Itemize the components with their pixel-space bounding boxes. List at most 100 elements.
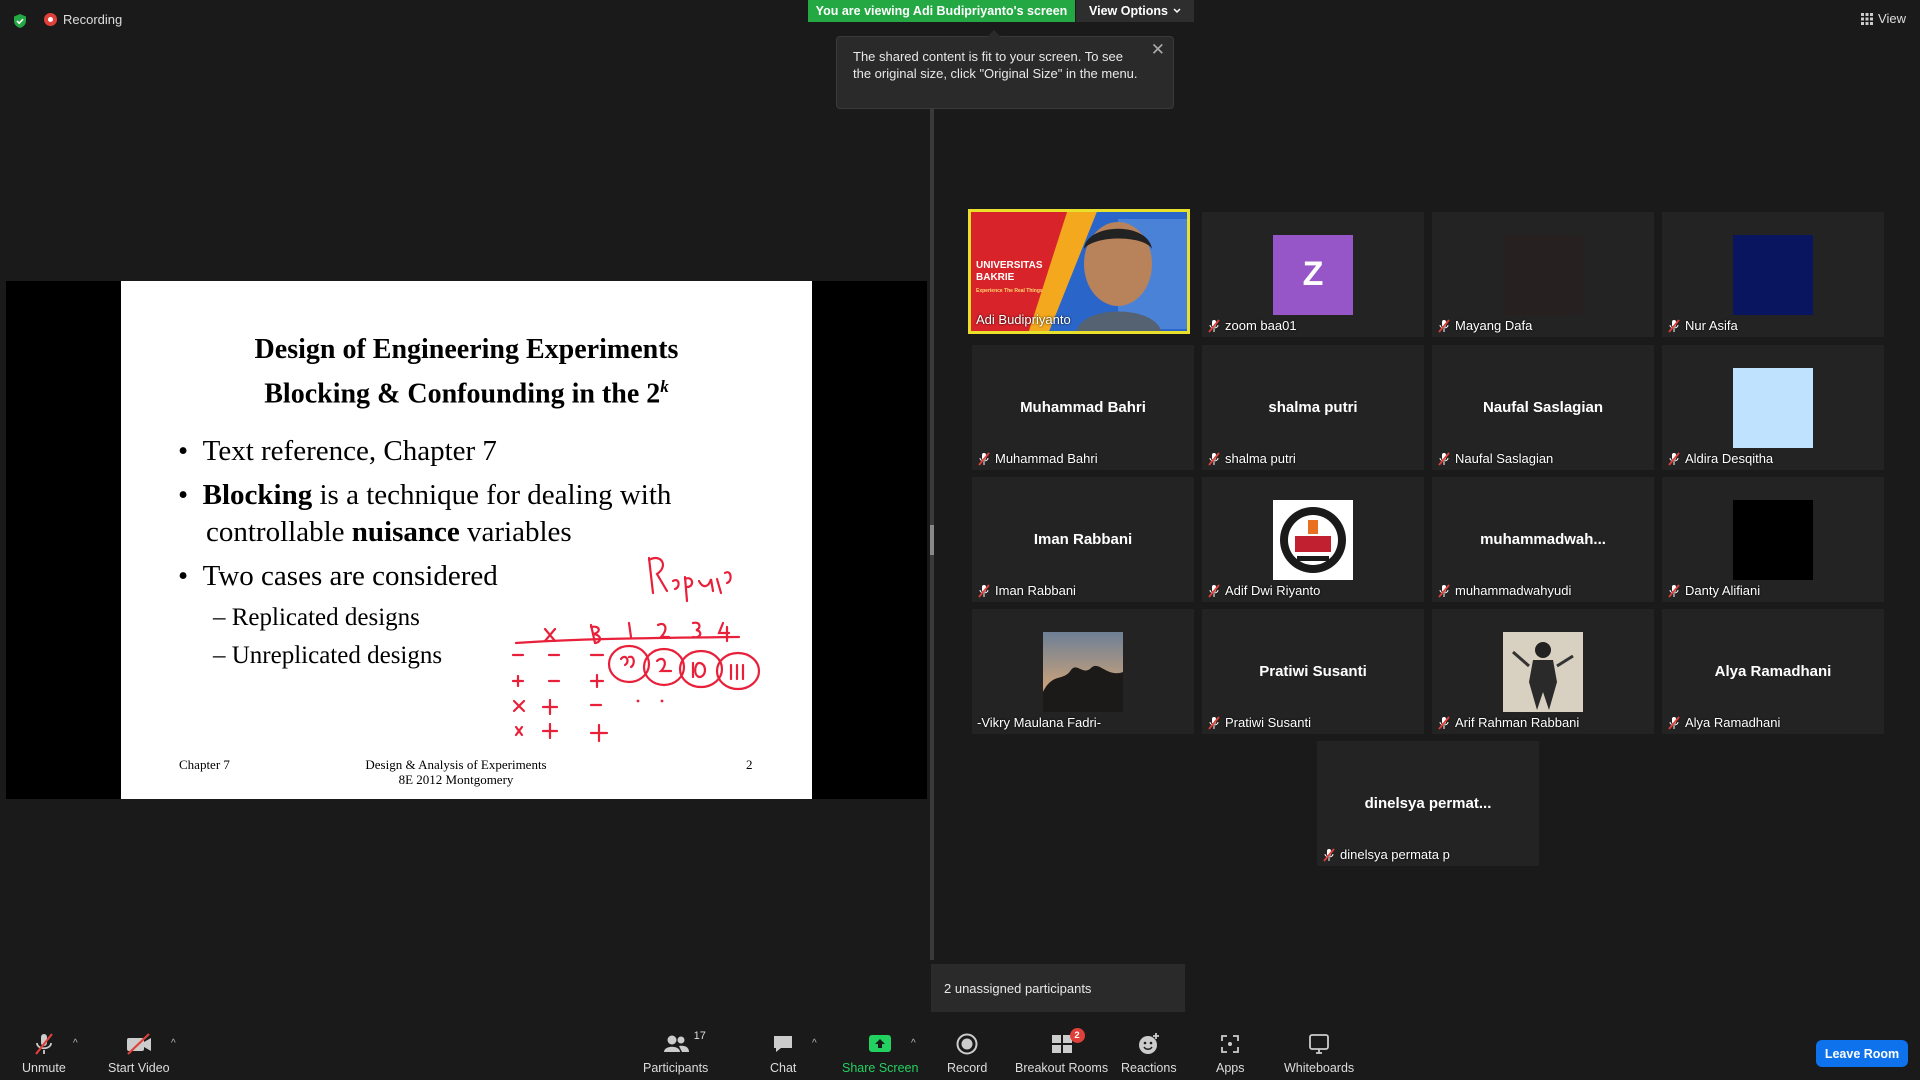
participant-tile[interactable]: Alya Ramadhani Alya Ramadhani (1662, 609, 1884, 734)
participant-tile[interactable]: Aldira Desqitha (1662, 345, 1884, 470)
participant-name: dinelsya permata p (1340, 847, 1450, 862)
bullet-2-line2-bold: nuisance (351, 516, 460, 548)
breakout-rooms-badge: 2 (1069, 1028, 1085, 1043)
muted-mic-icon (1208, 451, 1220, 466)
participant-tile[interactable]: dinelsya permat... dinelsya permata p (1317, 741, 1539, 866)
participant-tile[interactable]: Z zoom baa01 (1202, 212, 1424, 337)
industrial-logo-icon (1273, 499, 1353, 580)
participant-label: Nur Asifa (1667, 318, 1738, 333)
participant-tile[interactable]: shalma putri shalma putri (1202, 345, 1424, 470)
participant-tile[interactable]: UNIVERSITAS BAKRIE Experience The Real T… (968, 209, 1190, 334)
participant-tile[interactable]: -Vikry Maulana Fadri- (972, 609, 1194, 734)
participant-tile[interactable]: Adif Dwi Riyanto (1202, 477, 1424, 602)
muted-mic-icon (1208, 715, 1220, 730)
audio-options-caret-icon[interactable]: ^ (73, 1038, 78, 1049)
share-screen-label: Share Screen (842, 1061, 919, 1075)
participant-photo (1043, 631, 1123, 712)
unmute-button[interactable]: Unmute (22, 1032, 66, 1075)
participant-label: Pratiwi Susanti (1207, 715, 1311, 730)
split-handle[interactable] (930, 525, 934, 555)
recording-indicator[interactable]: Recording (44, 12, 122, 27)
participant-name: Adif Dwi Riyanto (1225, 583, 1321, 598)
participant-tile[interactable]: Muhammad Bahri Muhammad Bahri (972, 345, 1194, 470)
slide-footer-left: Chapter 7 (179, 757, 230, 772)
muted-mic-icon (978, 451, 990, 466)
muted-mic-icon (35, 1033, 53, 1055)
reactions-label: Reactions (1121, 1061, 1177, 1075)
participant-name: zoom baa01 (1225, 318, 1297, 333)
view-label: View (1878, 11, 1906, 26)
bullet-2-line2-post: variables (459, 516, 572, 548)
start-video-button[interactable]: Start Video (108, 1032, 170, 1075)
presentation-slide: Design of Engineering Experiments Blocki… (121, 281, 812, 799)
view-options-label: View Options (1089, 4, 1168, 18)
video-options-caret-icon[interactable]: ^ (171, 1038, 176, 1049)
participant-tile[interactable]: Pratiwi Susanti Pratiwi Susanti (1202, 609, 1424, 734)
share-options-caret-icon[interactable]: ^ (911, 1038, 916, 1049)
participant-name: Mayang Dafa (1455, 318, 1533, 333)
chat-options-caret-icon[interactable]: ^ (812, 1038, 817, 1049)
reactions-button[interactable]: Reactions (1121, 1032, 1177, 1075)
slide-footer-right: 2 (746, 757, 753, 772)
record-label: Record (947, 1061, 988, 1075)
bullet-3: • Two cases are considered (178, 560, 498, 592)
start-video-label: Start Video (108, 1061, 170, 1075)
muted-mic-icon (1438, 451, 1450, 466)
participant-tile[interactable]: muhammadwah... muhammadwahyudi (1432, 477, 1654, 602)
slide-title: Design of Engineering Experiments Blocki… (121, 331, 812, 412)
view-options-button[interactable]: View Options (1076, 0, 1194, 22)
participant-tile[interactable]: Mayang Dafa (1432, 212, 1654, 337)
chat-icon (774, 1036, 793, 1052)
bullet-1-text: Text reference, Chapter 7 (202, 435, 497, 467)
chat-button[interactable]: Chat (770, 1032, 796, 1075)
participant-label: Alya Ramadhani (1667, 715, 1780, 730)
view-button[interactable]: View (1861, 11, 1906, 26)
slide-title-line2: Blocking & Confounding in the 2 (264, 378, 661, 410)
muted-mic-icon (1668, 583, 1680, 598)
participant-photo (1503, 631, 1583, 712)
participant-name: -Vikry Maulana Fadri- (977, 715, 1102, 730)
participant-name: muhammadwahyudi (1455, 583, 1572, 598)
participant-avatar: Z (1273, 234, 1353, 315)
share-screen-button[interactable]: Share Screen (842, 1032, 918, 1075)
participants-button[interactable]: 17 Participants (643, 1030, 708, 1075)
sub-bullet-1: – Replicated designs (213, 604, 420, 631)
close-icon[interactable]: ✕ (1151, 41, 1165, 58)
participant-tile[interactable]: Nur Asifa (1662, 212, 1884, 337)
apps-button[interactable]: Apps (1216, 1032, 1245, 1075)
whiteboards-button[interactable]: Whiteboards (1284, 1032, 1354, 1075)
participant-name: shalma putri (1225, 451, 1296, 466)
participant-label: shalma putri (1207, 451, 1296, 466)
apps-icon (1221, 1035, 1240, 1053)
participant-tile[interactable]: Naufal Saslagian Naufal Saslagian (1432, 345, 1654, 470)
muted-mic-icon (1208, 318, 1220, 333)
apps-label: Apps (1216, 1061, 1245, 1075)
record-icon (956, 1033, 978, 1055)
presenter-univ-line1: UNIVERSITAS (976, 260, 1043, 271)
participant-label: Danty Alifiani (1667, 583, 1760, 598)
leave-room-button[interactable]: Leave Room (1816, 1040, 1908, 1067)
slide-footer-center-1: Design & Analysis of Experiments (365, 757, 547, 772)
participant-name: Aldira Desqitha (1685, 451, 1774, 466)
muted-mic-icon (1438, 583, 1450, 598)
sub-bullet-2-text: Unreplicated designs (231, 642, 443, 669)
participant-video (1733, 499, 1813, 580)
participant-video (1733, 234, 1813, 315)
slide-title-line1: Design of Engineering Experiments (254, 334, 679, 365)
participant-tile[interactable]: Arif Rahman Rabbani (1432, 609, 1654, 734)
record-button[interactable]: Record (947, 1032, 987, 1075)
slide-title-sup: k (660, 377, 669, 396)
breakout-rooms-button[interactable]: 2 Breakout Rooms (1015, 1028, 1109, 1075)
reactions-icon (1138, 1033, 1159, 1054)
participant-tile[interactable]: Iman Rabbani Iman Rabbani (972, 477, 1194, 602)
sub-bullet-1-text: Replicated designs (231, 604, 420, 631)
muted-mic-icon (1323, 847, 1335, 862)
security-shield-icon[interactable] (12, 13, 28, 29)
participant-tile[interactable]: Danty Alifiani (1662, 477, 1884, 602)
unassigned-participants-notice[interactable]: 2 unassigned participants (931, 964, 1185, 1012)
breakout-rooms-label: Breakout Rooms (1015, 1061, 1109, 1075)
bullet-3-text: Two cases are considered (202, 560, 498, 592)
participant-name: Iman Rabbani (995, 583, 1076, 598)
muted-mic-icon (1668, 318, 1680, 333)
participant-video (1503, 234, 1583, 315)
